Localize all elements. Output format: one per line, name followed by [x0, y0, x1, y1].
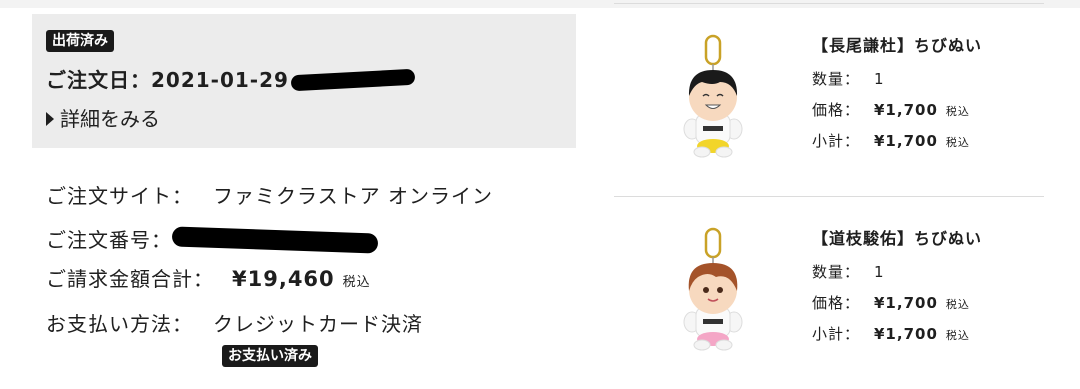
- tax-included-note: 税込: [945, 105, 970, 118]
- item-quantity-row: 数量： 1: [812, 261, 885, 282]
- payment-method-label: お支払い方法：: [46, 312, 193, 336]
- redaction-mark: [171, 225, 379, 254]
- view-details-link[interactable]: 詳細をみる: [46, 103, 160, 132]
- order-total-amount: ¥19,460: [232, 267, 335, 291]
- item-subtotal-row: 小計： ¥1,700 税込: [812, 130, 970, 151]
- quantity-label: 数量：: [812, 70, 861, 88]
- order-header-box: 出荷済み ご注文日：2021-01-29 詳細をみる: [32, 14, 576, 148]
- subtotal-label: 小計：: [812, 325, 861, 343]
- product-image[interactable]: [658, 34, 768, 164]
- plush-keychain-icon: [683, 34, 743, 158]
- tax-included-note: 税込: [945, 136, 970, 149]
- quantity-value: 1: [874, 263, 885, 281]
- subtotal-value: ¥1,700: [874, 325, 938, 343]
- top-strip: [0, 0, 1080, 8]
- price-label: 価格：: [812, 294, 861, 312]
- subtotal-label: 小計：: [812, 132, 861, 150]
- item-divider: [614, 196, 1044, 197]
- quantity-value: 1: [874, 70, 885, 88]
- tax-included-note: 税込: [945, 298, 970, 311]
- order-site-label: ご注文サイト：: [46, 184, 193, 208]
- subtotal-value: ¥1,700: [874, 132, 938, 150]
- item-price-row: 価格： ¥1,700 税込: [812, 99, 970, 120]
- item-title[interactable]: 【長尾謙杜】ちびぬい: [812, 32, 982, 56]
- order-date-value: 2021-01-29: [151, 68, 289, 92]
- view-details-label: 詳細をみる: [60, 107, 160, 131]
- payment-method-row: お支払い方法： クレジットカード決済: [46, 308, 423, 337]
- tax-included-note: 税込: [945, 329, 970, 342]
- order-date: ご注文日：2021-01-29: [46, 64, 416, 93]
- shipping-status-badge: 出荷済み: [46, 30, 114, 52]
- item-subtotal-row: 小計： ¥1,700 税込: [812, 323, 970, 344]
- item-divider: [614, 3, 1044, 4]
- payment-status-badge: お支払い済み: [222, 345, 318, 367]
- caret-right-icon: [46, 111, 54, 126]
- price-value: ¥1,700: [874, 294, 938, 312]
- order-total-label: ご請求金額合計：: [46, 267, 214, 291]
- order-total-row: ご請求金額合計： ¥19,460 税込: [46, 263, 371, 292]
- product-image[interactable]: [658, 227, 768, 357]
- item-quantity-row: 数量： 1: [812, 68, 885, 89]
- payment-method-value: クレジットカード決済: [213, 312, 423, 336]
- order-site-value: ファミクラストア オンライン: [213, 184, 493, 208]
- price-label: 価格：: [812, 101, 861, 119]
- price-value: ¥1,700: [874, 101, 938, 119]
- tax-included-note: 税込: [342, 275, 371, 290]
- quantity-label: 数量：: [812, 263, 861, 281]
- order-total-value: ¥19,460 税込: [232, 267, 371, 291]
- order-site-row: ご注文サイト： ファミクラストア オンライン: [46, 180, 493, 209]
- order-number-row: ご注文番号：: [46, 224, 379, 254]
- item-price-row: 価格： ¥1,700 税込: [812, 292, 970, 313]
- order-date-label: ご注文日：: [46, 68, 151, 92]
- order-number-label: ご注文番号：: [46, 228, 172, 252]
- plush-keychain-icon: [683, 227, 743, 351]
- redaction-mark: [290, 68, 416, 91]
- item-title[interactable]: 【道枝駿佑】ちびぬい: [812, 225, 982, 249]
